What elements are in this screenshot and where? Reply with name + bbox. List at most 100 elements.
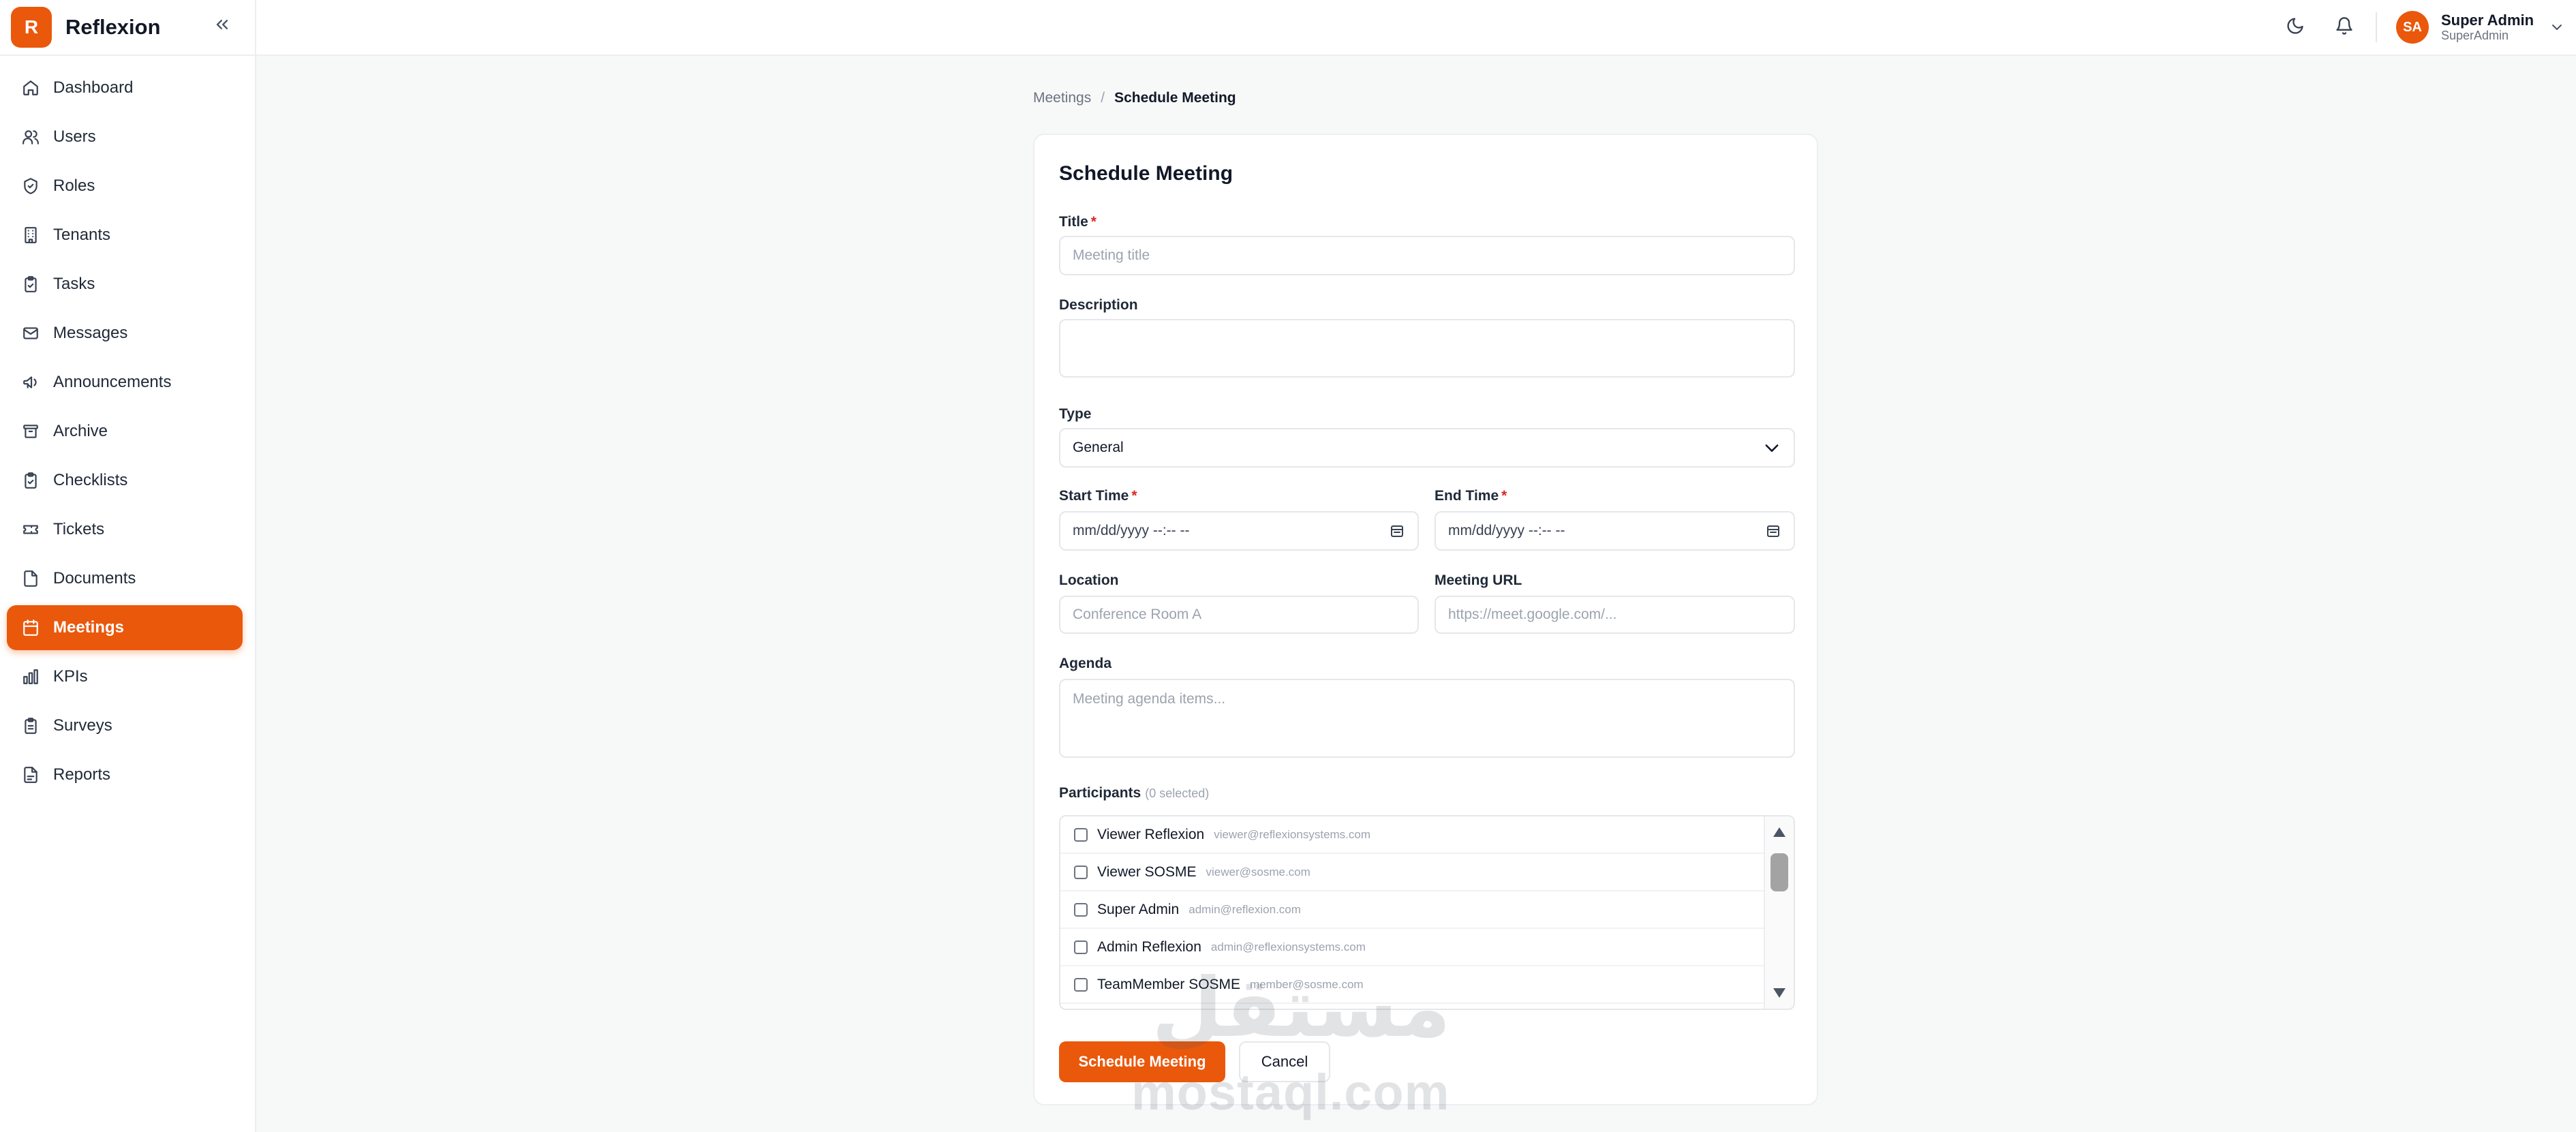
end-time-input[interactable]: mm/dd/yyyy --:-- -- (1435, 511, 1795, 551)
shield-icon (20, 176, 41, 196)
user-menu[interactable]: SA Super Admin SuperAdmin (2396, 5, 2565, 49)
meeting-url-label: Meeting URL (1435, 572, 1522, 588)
moon-icon (2287, 18, 2303, 34)
meeting-url-input[interactable] (1435, 596, 1795, 634)
start-time-input[interactable]: mm/dd/yyyy --:-- -- (1059, 511, 1419, 551)
brand-logo[interactable]: R (11, 7, 52, 48)
sidebar-item-archive[interactable]: Archive (7, 409, 243, 454)
topbar-divider (2376, 12, 2377, 42)
participants-scrollbar[interactable] (1764, 816, 1794, 1009)
end-time-value: mm/dd/yyyy --:-- -- (1448, 523, 1565, 538)
home-icon (20, 78, 41, 98)
participant-email: admin@reflexion.com (1189, 902, 1301, 916)
type-label: Type (1059, 406, 1092, 422)
agenda-textarea[interactable] (1059, 679, 1795, 758)
participant-checkbox[interactable] (1074, 902, 1088, 917)
type-select[interactable]: General (1059, 428, 1795, 468)
start-time-label-text: Start Time (1059, 488, 1129, 504)
brand-name: Reflexion (65, 15, 161, 39)
breadcrumb-separator: / (1101, 90, 1105, 106)
participant-checkbox[interactable] (1074, 827, 1088, 842)
participant-email: viewer@sosme.com (1206, 865, 1310, 878)
title-input[interactable] (1059, 236, 1795, 275)
participant-row[interactable]: Viewer Reflexion viewer@reflexionsystems… (1060, 816, 1765, 854)
building-icon (20, 225, 41, 245)
cancel-button[interactable]: Cancel (1239, 1041, 1330, 1082)
clipboard-check-icon (20, 274, 41, 294)
scroll-down-arrow-icon[interactable] (1772, 985, 1787, 1000)
participant-row[interactable]: Admin Reflexion admin@reflexionsystems.c… (1060, 929, 1765, 966)
participant-checkbox[interactable] (1074, 940, 1088, 954)
sidebar-item-dashboard[interactable]: Dashboard (7, 65, 243, 110)
participant-name: Viewer Reflexion (1097, 826, 1205, 842)
users-icon (20, 127, 41, 147)
topbar: SA Super Admin SuperAdmin (256, 0, 2576, 56)
bar-chart-icon (20, 667, 41, 687)
calendar-picker-icon[interactable] (1389, 523, 1405, 539)
description-textarea[interactable] (1059, 319, 1795, 378)
scrollbar-thumb[interactable] (1770, 853, 1788, 891)
mail-icon (20, 323, 41, 343)
location-input[interactable] (1059, 596, 1419, 634)
sidebar-item-label: Reports (53, 765, 111, 784)
sidebar-item-meetings[interactable]: Meetings (7, 605, 243, 650)
sidebar-item-label: Roles (53, 177, 95, 195)
scroll-up-arrow-icon[interactable] (1772, 825, 1787, 840)
start-time-value: mm/dd/yyyy --:-- -- (1073, 523, 1190, 538)
description-label: Description (1059, 297, 1138, 313)
required-mark: * (1090, 214, 1097, 230)
sidebar-item-roles[interactable]: Roles (7, 164, 243, 209)
participant-checkbox[interactable] (1074, 977, 1088, 992)
participants-count: (0 selected) (1145, 786, 1210, 800)
chevron-down-icon (2552, 25, 2562, 30)
sidebar-item-documents[interactable]: Documents (7, 556, 243, 601)
sidebar-item-announcements[interactable]: Announcements (7, 360, 243, 405)
participant-name: TeamMember SOSME (1097, 976, 1241, 992)
participant-name: Admin Reflexion (1097, 938, 1201, 955)
file-report-icon (20, 765, 41, 785)
sidebar-item-label: KPIs (53, 667, 88, 686)
participant-name: Viewer SOSME (1097, 863, 1197, 880)
participant-row[interactable]: TeamMember SOSME member@sosme.com (1060, 966, 1765, 1004)
participant-row[interactable]: Super Admin admin@reflexion.com (1060, 891, 1765, 929)
file-icon (20, 568, 41, 589)
schedule-meeting-button[interactable]: Schedule Meeting (1059, 1041, 1225, 1082)
sidebar-item-label: Documents (53, 569, 136, 587)
sidebar-item-messages[interactable]: Messages (7, 311, 243, 356)
notifications-button[interactable] (2329, 11, 2359, 41)
sidebar-item-surveys[interactable]: Surveys (7, 703, 243, 748)
participants-label-text: Participants (1059, 785, 1141, 801)
sidebar-item-label: Tasks (53, 275, 95, 293)
sidebar-item-reports[interactable]: Reports (7, 752, 243, 797)
participant-row[interactable]: Viewer SOSME viewer@sosme.com (1060, 854, 1765, 891)
sidebar-item-label: Users (53, 127, 96, 146)
clipboard-list-icon (20, 470, 41, 491)
sidebar-item-users[interactable]: Users (7, 114, 243, 159)
participant-email: viewer@reflexionsystems.com (1214, 827, 1371, 841)
sidebar-item-label: Meetings (53, 618, 125, 637)
sidebar-item-tenants[interactable]: Tenants (7, 213, 243, 258)
ticket-icon (20, 519, 41, 540)
page-title: Schedule Meeting (1059, 162, 1233, 185)
sidebar-item-checklists[interactable]: Checklists (7, 458, 243, 503)
theme-toggle-button[interactable] (2280, 11, 2310, 41)
sidebar-item-tasks[interactable]: Tasks (7, 262, 243, 307)
participant-name: Super Admin (1097, 901, 1180, 917)
breadcrumb-meetings-link[interactable]: Meetings (1033, 90, 1091, 106)
collapse-sidebar-button[interactable] (209, 11, 236, 38)
agenda-label: Agenda (1059, 656, 1112, 671)
sidebar-item-label: Tickets (53, 520, 105, 538)
megaphone-icon (20, 372, 41, 393)
start-time-label: Start Time * (1059, 488, 1137, 504)
participant-checkbox[interactable] (1074, 865, 1088, 879)
sidebar-item-tickets[interactable]: Tickets (7, 507, 243, 552)
sidebar-item-label: Announcements (53, 373, 172, 391)
user-role: SuperAdmin (2441, 29, 2509, 43)
sidebar-item-label: Surveys (53, 716, 112, 735)
participants-list[interactable]: Viewer Reflexion viewer@reflexionsystems… (1059, 815, 1795, 1010)
end-time-label: End Time * (1435, 488, 1507, 504)
avatar: SA (2396, 11, 2429, 44)
sidebar-item-kpis[interactable]: KPIs (7, 654, 243, 699)
calendar-picker-icon[interactable] (1765, 523, 1781, 539)
sidebar-item-label: Checklists (53, 471, 128, 489)
